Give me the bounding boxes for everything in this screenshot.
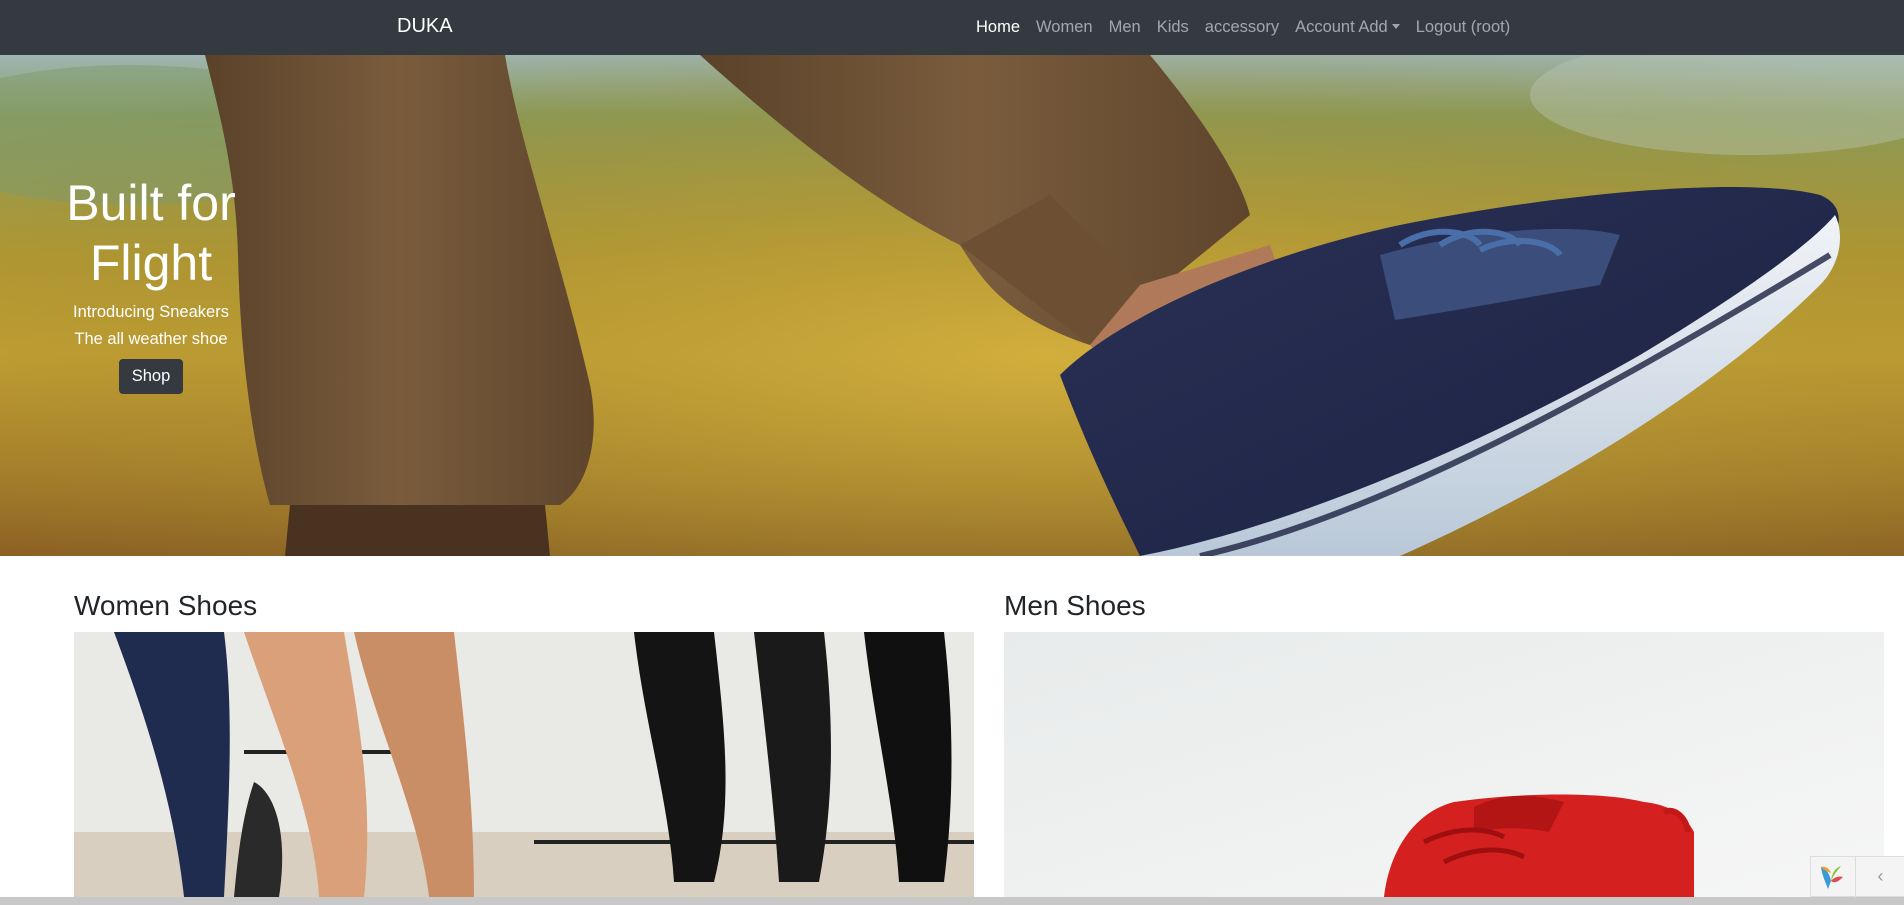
- nav-logout[interactable]: Logout (root): [1408, 18, 1518, 37]
- nav-accessory[interactable]: accessory: [1197, 18, 1287, 37]
- men-shoes-heading: Men Shoes: [1004, 590, 1146, 621]
- nav-women[interactable]: Women: [1028, 18, 1101, 37]
- nav-account-add-dropdown[interactable]: Account Add: [1287, 18, 1408, 37]
- women-shoes-heading: Women Shoes: [74, 590, 258, 621]
- hero-caption: Built for Flight Introducing Sneakers Th…: [40, 173, 262, 394]
- nav-kids[interactable]: Kids: [1149, 18, 1197, 37]
- hero-tagline: The all weather shoe: [74, 330, 228, 348]
- caret-down-icon: [1391, 24, 1400, 29]
- brand-link[interactable]: DUKA: [397, 15, 453, 38]
- nav-menu: Home Women Men Kids accessory Account Ad…: [968, 0, 1518, 55]
- hero-banner: Built for Flight Introducing Sneakers Th…: [0, 55, 1904, 556]
- debug-toolbar: ‹: [1810, 856, 1904, 898]
- navbar: DUKA Home Women Men Kids accessory Accou…: [0, 0, 1904, 55]
- men-shoes-photo: [1004, 632, 1884, 897]
- shop-button[interactable]: Shop: [118, 359, 184, 394]
- women-shoes-photo: [74, 632, 974, 897]
- women-shoes-image[interactable]: [74, 632, 974, 897]
- nav-account-add-label: Account Add: [1295, 18, 1388, 36]
- yii-logo-icon[interactable]: [1817, 863, 1845, 891]
- hero-subtitle: Introducing Sneakers: [73, 303, 229, 321]
- nav-home[interactable]: Home: [968, 18, 1028, 37]
- men-shoes-image[interactable]: [1004, 632, 1884, 897]
- hero-title: Built for Flight: [66, 175, 236, 291]
- horizontal-scrollbar[interactable]: [0, 897, 1904, 905]
- nav-men[interactable]: Men: [1101, 18, 1149, 37]
- chevron-left-icon[interactable]: ‹: [1855, 857, 1904, 898]
- hero-sneaker-photo: [0, 55, 1904, 556]
